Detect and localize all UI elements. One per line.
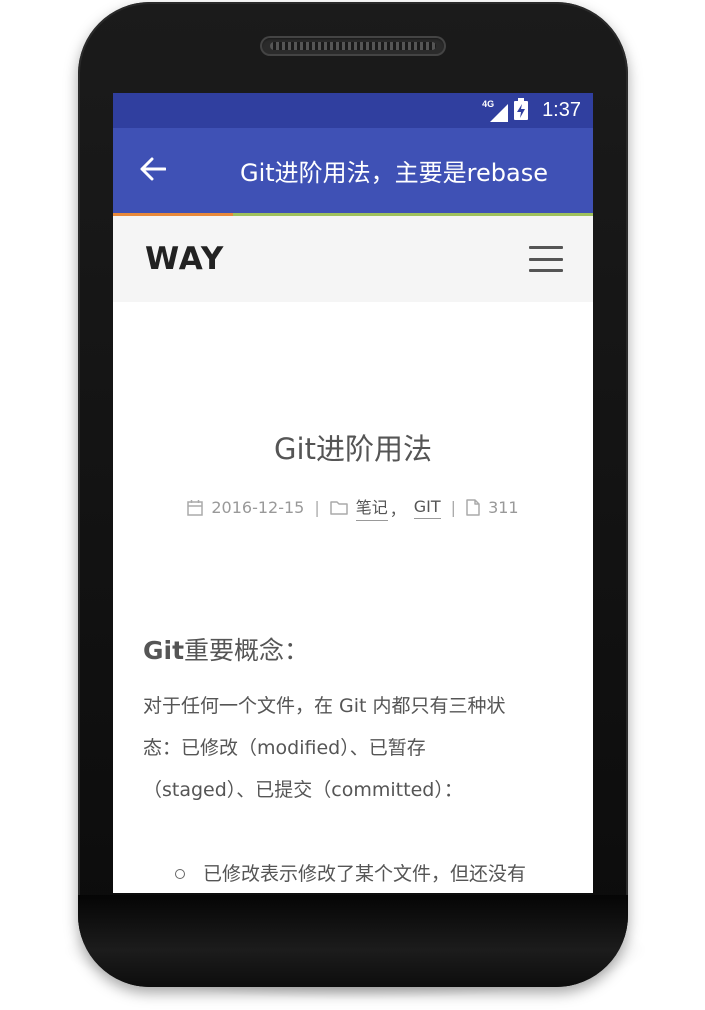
app-bar-title: Git进阶用法，主要是rebase xyxy=(240,159,548,187)
post-meta: 2016-12-15 | 笔记 ， GIT | 311 xyxy=(143,494,563,521)
category-comma: ， xyxy=(389,499,406,519)
category-link-git[interactable]: GIT xyxy=(413,497,441,519)
bullet-list: 已修改表示修改了某个文件，但还没有 xyxy=(143,853,563,893)
post-title: Git进阶用法 xyxy=(274,432,432,466)
arrow-left-icon xyxy=(140,157,167,185)
menu-button[interactable] xyxy=(529,246,563,272)
page-load-progress xyxy=(113,213,593,216)
post-date: 2016-12-15 xyxy=(211,498,305,517)
circle-bullet-icon xyxy=(175,869,185,879)
file-icon xyxy=(466,499,480,516)
paragraph: 对于任何一个文件，在 Git 内都只有三种状 态：已修改（modified）、已… xyxy=(143,685,563,811)
paragraph-line: 对于任何一个文件，在 Git 内都只有三种状 xyxy=(143,695,506,717)
list-item-text: 已修改表示修改了某个文件，但还没有 xyxy=(203,863,527,885)
device-screen: 4G 1:37 Git进阶用法，主要是rebase WAY Git进阶用法 20… xyxy=(113,93,593,893)
earpiece-speaker xyxy=(260,36,446,56)
section-heading-rest: 重要概念： xyxy=(184,636,310,665)
category-link-notes[interactable]: 笔记 xyxy=(355,494,388,521)
site-logo[interactable]: WAY xyxy=(145,241,224,277)
list-item: 已修改表示修改了某个文件，但还没有 xyxy=(175,853,563,893)
signal-4g-icon: 4G xyxy=(482,99,509,122)
app-bar: Git进阶用法，主要是rebase xyxy=(113,128,593,213)
paragraph-line: 态：已修改（modified）、已暂存 xyxy=(143,737,426,759)
post-content: Git进阶用法 2016-12-15 | 笔记 ， GIT | 311 Git重… xyxy=(113,426,593,893)
section-heading-bold: Git xyxy=(143,636,185,665)
meta-separator: | xyxy=(450,498,457,517)
section-heading: Git重要概念： xyxy=(143,631,563,667)
phone-chin xyxy=(78,895,628,987)
back-button[interactable] xyxy=(113,128,193,213)
site-header: WAY xyxy=(113,216,593,302)
word-count: 311 xyxy=(488,498,519,517)
folder-icon xyxy=(330,500,348,515)
status-bar: 4G 1:37 xyxy=(113,93,593,128)
paragraph-line: （staged）、已提交（committed）： xyxy=(143,779,463,801)
meta-separator: | xyxy=(314,498,320,517)
calendar-icon xyxy=(187,499,204,516)
battery-icon xyxy=(514,97,529,124)
status-clock: 1:37 xyxy=(542,99,581,121)
